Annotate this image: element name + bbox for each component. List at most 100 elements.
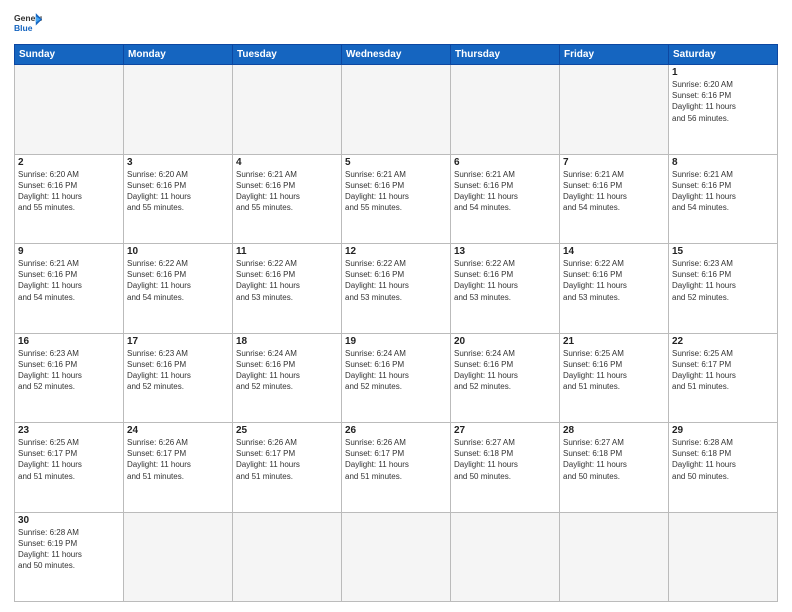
weekday-header-saturday: Saturday <box>669 45 778 65</box>
calendar-cell: 3Sunrise: 6:20 AM Sunset: 6:16 PM Daylig… <box>124 154 233 244</box>
calendar-cell <box>669 512 778 602</box>
weekday-header-wednesday: Wednesday <box>342 45 451 65</box>
calendar-cell: 30Sunrise: 6:28 AM Sunset: 6:19 PM Dayli… <box>15 512 124 602</box>
calendar-cell <box>342 65 451 155</box>
day-info: Sunrise: 6:22 AM Sunset: 6:16 PM Dayligh… <box>454 258 556 303</box>
calendar-cell: 9Sunrise: 6:21 AM Sunset: 6:16 PM Daylig… <box>15 244 124 334</box>
day-info: Sunrise: 6:21 AM Sunset: 6:16 PM Dayligh… <box>454 169 556 214</box>
day-info: Sunrise: 6:21 AM Sunset: 6:16 PM Dayligh… <box>563 169 665 214</box>
day-number: 4 <box>236 157 338 168</box>
weekday-header-sunday: Sunday <box>15 45 124 65</box>
calendar-cell: 28Sunrise: 6:27 AM Sunset: 6:18 PM Dayli… <box>560 423 669 513</box>
calendar-cell: 22Sunrise: 6:25 AM Sunset: 6:17 PM Dayli… <box>669 333 778 423</box>
day-number: 27 <box>454 425 556 436</box>
calendar-cell <box>233 512 342 602</box>
day-number: 10 <box>127 246 229 257</box>
weekday-header-thursday: Thursday <box>451 45 560 65</box>
week-row-1: 1Sunrise: 6:20 AM Sunset: 6:16 PM Daylig… <box>15 65 778 155</box>
calendar-cell <box>342 512 451 602</box>
day-number: 20 <box>454 336 556 347</box>
page: General Blue SundayMondayTuesdayWednesda… <box>0 0 792 612</box>
calendar-cell <box>451 512 560 602</box>
calendar-cell: 25Sunrise: 6:26 AM Sunset: 6:17 PM Dayli… <box>233 423 342 513</box>
day-info: Sunrise: 6:22 AM Sunset: 6:16 PM Dayligh… <box>127 258 229 303</box>
weekday-header-tuesday: Tuesday <box>233 45 342 65</box>
day-info: Sunrise: 6:26 AM Sunset: 6:17 PM Dayligh… <box>236 437 338 482</box>
day-number: 1 <box>672 67 774 78</box>
day-info: Sunrise: 6:24 AM Sunset: 6:16 PM Dayligh… <box>236 348 338 393</box>
day-number: 3 <box>127 157 229 168</box>
day-number: 18 <box>236 336 338 347</box>
day-number: 15 <box>672 246 774 257</box>
calendar-cell: 4Sunrise: 6:21 AM Sunset: 6:16 PM Daylig… <box>233 154 342 244</box>
day-info: Sunrise: 6:22 AM Sunset: 6:16 PM Dayligh… <box>236 258 338 303</box>
day-number: 6 <box>454 157 556 168</box>
day-info: Sunrise: 6:20 AM Sunset: 6:16 PM Dayligh… <box>127 169 229 214</box>
day-number: 12 <box>345 246 447 257</box>
calendar-cell: 19Sunrise: 6:24 AM Sunset: 6:16 PM Dayli… <box>342 333 451 423</box>
day-info: Sunrise: 6:21 AM Sunset: 6:16 PM Dayligh… <box>345 169 447 214</box>
day-number: 24 <box>127 425 229 436</box>
calendar-cell: 18Sunrise: 6:24 AM Sunset: 6:16 PM Dayli… <box>233 333 342 423</box>
day-number: 14 <box>563 246 665 257</box>
day-number: 30 <box>18 515 120 526</box>
day-info: Sunrise: 6:21 AM Sunset: 6:16 PM Dayligh… <box>672 169 774 214</box>
day-info: Sunrise: 6:28 AM Sunset: 6:18 PM Dayligh… <box>672 437 774 482</box>
day-info: Sunrise: 6:26 AM Sunset: 6:17 PM Dayligh… <box>345 437 447 482</box>
calendar-cell <box>15 65 124 155</box>
day-number: 5 <box>345 157 447 168</box>
day-number: 2 <box>18 157 120 168</box>
week-row-3: 9Sunrise: 6:21 AM Sunset: 6:16 PM Daylig… <box>15 244 778 334</box>
day-info: Sunrise: 6:23 AM Sunset: 6:16 PM Dayligh… <box>127 348 229 393</box>
calendar-cell <box>124 512 233 602</box>
calendar-cell: 27Sunrise: 6:27 AM Sunset: 6:18 PM Dayli… <box>451 423 560 513</box>
calendar-cell <box>124 65 233 155</box>
day-info: Sunrise: 6:24 AM Sunset: 6:16 PM Dayligh… <box>345 348 447 393</box>
day-info: Sunrise: 6:25 AM Sunset: 6:17 PM Dayligh… <box>672 348 774 393</box>
day-number: 19 <box>345 336 447 347</box>
week-row-5: 23Sunrise: 6:25 AM Sunset: 6:17 PM Dayli… <box>15 423 778 513</box>
week-row-4: 16Sunrise: 6:23 AM Sunset: 6:16 PM Dayli… <box>15 333 778 423</box>
day-number: 28 <box>563 425 665 436</box>
day-number: 26 <box>345 425 447 436</box>
calendar-cell: 16Sunrise: 6:23 AM Sunset: 6:16 PM Dayli… <box>15 333 124 423</box>
calendar-cell: 26Sunrise: 6:26 AM Sunset: 6:17 PM Dayli… <box>342 423 451 513</box>
day-number: 29 <box>672 425 774 436</box>
weekday-header-row: SundayMondayTuesdayWednesdayThursdayFrid… <box>15 45 778 65</box>
day-number: 8 <box>672 157 774 168</box>
day-info: Sunrise: 6:27 AM Sunset: 6:18 PM Dayligh… <box>454 437 556 482</box>
week-row-6: 30Sunrise: 6:28 AM Sunset: 6:19 PM Dayli… <box>15 512 778 602</box>
day-info: Sunrise: 6:20 AM Sunset: 6:16 PM Dayligh… <box>18 169 120 214</box>
day-number: 11 <box>236 246 338 257</box>
day-number: 17 <box>127 336 229 347</box>
day-number: 23 <box>18 425 120 436</box>
day-info: Sunrise: 6:21 AM Sunset: 6:16 PM Dayligh… <box>236 169 338 214</box>
day-info: Sunrise: 6:28 AM Sunset: 6:19 PM Dayligh… <box>18 527 120 572</box>
calendar-cell: 24Sunrise: 6:26 AM Sunset: 6:17 PM Dayli… <box>124 423 233 513</box>
calendar-cell: 2Sunrise: 6:20 AM Sunset: 6:16 PM Daylig… <box>15 154 124 244</box>
calendar-cell: 6Sunrise: 6:21 AM Sunset: 6:16 PM Daylig… <box>451 154 560 244</box>
calendar-cell <box>451 65 560 155</box>
calendar-cell: 8Sunrise: 6:21 AM Sunset: 6:16 PM Daylig… <box>669 154 778 244</box>
calendar-cell: 7Sunrise: 6:21 AM Sunset: 6:16 PM Daylig… <box>560 154 669 244</box>
day-info: Sunrise: 6:24 AM Sunset: 6:16 PM Dayligh… <box>454 348 556 393</box>
week-row-2: 2Sunrise: 6:20 AM Sunset: 6:16 PM Daylig… <box>15 154 778 244</box>
day-info: Sunrise: 6:20 AM Sunset: 6:16 PM Dayligh… <box>672 79 774 124</box>
calendar-cell: 5Sunrise: 6:21 AM Sunset: 6:16 PM Daylig… <box>342 154 451 244</box>
calendar-cell <box>560 512 669 602</box>
day-info: Sunrise: 6:23 AM Sunset: 6:16 PM Dayligh… <box>18 348 120 393</box>
day-number: 22 <box>672 336 774 347</box>
day-info: Sunrise: 6:25 AM Sunset: 6:17 PM Dayligh… <box>18 437 120 482</box>
svg-text:Blue: Blue <box>14 23 33 33</box>
calendar-cell: 10Sunrise: 6:22 AM Sunset: 6:16 PM Dayli… <box>124 244 233 334</box>
header: General Blue <box>14 10 778 38</box>
calendar-cell: 1Sunrise: 6:20 AM Sunset: 6:16 PM Daylig… <box>669 65 778 155</box>
day-info: Sunrise: 6:26 AM Sunset: 6:17 PM Dayligh… <box>127 437 229 482</box>
calendar-cell: 15Sunrise: 6:23 AM Sunset: 6:16 PM Dayli… <box>669 244 778 334</box>
day-number: 13 <box>454 246 556 257</box>
calendar-cell: 29Sunrise: 6:28 AM Sunset: 6:18 PM Dayli… <box>669 423 778 513</box>
day-info: Sunrise: 6:22 AM Sunset: 6:16 PM Dayligh… <box>345 258 447 303</box>
day-info: Sunrise: 6:21 AM Sunset: 6:16 PM Dayligh… <box>18 258 120 303</box>
logo: General Blue <box>14 10 42 38</box>
calendar-cell: 13Sunrise: 6:22 AM Sunset: 6:16 PM Dayli… <box>451 244 560 334</box>
